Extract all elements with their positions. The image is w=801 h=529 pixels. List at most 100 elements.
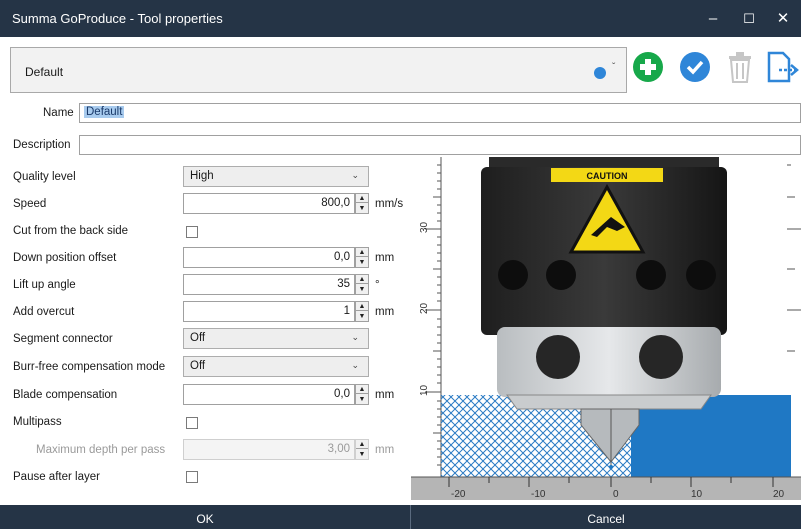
lift-angle-stepper[interactable]: 35 ▲ ▼ [183,274,369,295]
minimize-button[interactable]: – [695,0,731,37]
max-depth-spinner: ▲ ▼ [355,439,369,460]
maximize-button[interactable]: ☐ [731,0,767,37]
profile-dropdown[interactable]: Default ˇ [10,47,627,93]
backside-label: Cut from the back side [13,225,129,237]
add-icon[interactable] [632,51,664,83]
tool-illustration: 30 20 10 CAUTION -20 -10 0 10 20 [411,157,801,500]
overcut-input[interactable]: 1 [183,301,355,322]
multipass-label: Multipass [13,416,62,428]
title-bar: Summa GoProduce - Tool properties – ☐ ✕ [0,0,801,37]
close-button[interactable]: ✕ [765,0,801,37]
lift-angle-spinner[interactable]: ▲ ▼ [355,274,369,295]
description-input[interactable] [79,135,801,155]
overcut-value: 1 [343,305,350,317]
down-offset-input[interactable]: 0,0 [183,247,355,268]
dialog-footer: OK Cancel [0,505,801,529]
speed-input[interactable]: 800,0 [183,193,355,214]
speed-up-icon[interactable]: ▲ [356,194,368,203]
blade-label: Blade compensation [13,389,118,401]
max-depth-up-icon: ▲ [356,440,368,449]
max-depth-stepper: 3,00 ▲ ▼ [183,439,369,460]
ruler-h-label-1: -10 [531,489,546,500]
down-offset-down-icon[interactable]: ▼ [356,258,368,267]
down-offset-unit: mm [375,252,395,264]
max-depth-unit: mm [375,444,395,456]
check-badge-icon [594,67,606,79]
blade-spinner[interactable]: ▲ ▼ [355,384,369,405]
blade-input[interactable]: 0,0 [183,384,355,405]
burr-value: Off [190,360,206,372]
down-offset-up-icon[interactable]: ▲ [356,248,368,257]
magnet-mid-right [636,260,666,290]
burr-label: Burr-free compensation mode [13,361,166,373]
overcut-down-icon[interactable]: ▼ [356,312,368,321]
magnet-left [498,260,528,290]
overcut-spinner[interactable]: ▲ ▼ [355,301,369,322]
blade-down-icon[interactable]: ▼ [356,395,368,404]
blade-stepper[interactable]: 0,0 ▲ ▼ [183,384,369,405]
blade-unit: mm [375,389,395,401]
ruler-h-label-0: -20 [451,489,466,500]
segment-select[interactable]: Off ⌄ [183,328,369,349]
down-offset-spinner[interactable]: ▲ ▼ [355,247,369,268]
horizontal-ruler: -20 -10 0 10 20 [411,476,801,500]
speed-spinner[interactable]: ▲ ▼ [355,193,369,214]
down-offset-label: Down position offset [13,252,117,264]
blade-holder-window [497,327,721,397]
lift-angle-input[interactable]: 35 [183,274,355,295]
bearing-right [639,335,683,379]
max-depth-input: 3,00 [183,439,355,460]
blade-up-icon[interactable]: ▲ [356,385,368,394]
multipass-checkbox[interactable] [186,417,198,429]
bearing-left [536,335,580,379]
confirm-icon[interactable] [679,51,711,83]
magnet-right [686,260,716,290]
export-icon[interactable] [765,50,801,84]
name-label: Name [43,107,74,119]
lift-angle-value: 35 [337,278,350,290]
lift-angle-unit: ° [375,279,380,291]
max-depth-down-icon: ▼ [358,451,366,458]
window-title: Summa GoProduce - Tool properties [12,11,223,26]
quality-value: High [190,170,214,182]
ruler-v-label-0: 30 [419,221,430,233]
overcut-unit: mm [375,306,395,318]
trash-icon[interactable] [725,50,755,84]
overcut-stepper[interactable]: 1 ▲ ▼ [183,301,369,322]
pause-checkbox[interactable] [186,471,198,483]
lift-angle-up-icon[interactable]: ▲ [356,275,368,284]
pause-label: Pause after layer [13,471,100,483]
tool-preview: 30 20 10 CAUTION -20 -10 0 10 20 [411,157,801,500]
chevron-down-icon: ⌄ [351,170,359,180]
lift-angle-label: Lift up angle [13,279,76,291]
down-offset-stepper[interactable]: 0,0 ▲ ▼ [183,247,369,268]
segment-value: Off [190,332,206,344]
magnet-mid-left [546,260,576,290]
blade-value: 0,0 [334,388,350,400]
lift-angle-down-icon[interactable]: ▼ [356,285,368,294]
speed-down-icon[interactable]: ▼ [356,204,368,213]
speed-label: Speed [13,198,47,210]
speed-value: 800,0 [321,197,350,209]
burr-select[interactable]: Off ⌄ [183,356,369,377]
quality-select[interactable]: High ⌄ [183,166,369,187]
max-depth-value: 3,00 [327,443,350,455]
max-depth-label: Maximum depth per pass [36,444,166,456]
ok-button[interactable]: OK [0,505,410,529]
backside-checkbox[interactable] [186,226,198,238]
overcut-up-icon[interactable]: ▲ [356,302,368,311]
chevron-down-icon: ˇ [612,62,616,73]
quality-label: Quality level [13,171,76,183]
down-offset-value: 0,0 [334,251,350,263]
name-input[interactable]: Default [79,103,801,123]
speed-stepper[interactable]: 800,0 ▲ ▼ [183,193,369,214]
cancel-button[interactable]: Cancel [411,505,801,529]
speed-unit: mm/s [375,198,404,210]
chevron-down-icon: ⌄ [351,332,359,342]
caution-label: CAUTION [587,171,628,181]
ruler-v-label-1: 20 [419,302,430,314]
ruler-h-label-4: 20 [773,489,785,500]
overcut-label: Add overcut [13,306,75,318]
chevron-down-icon: ⌄ [351,360,359,370]
profile-selected: Default [25,65,64,79]
